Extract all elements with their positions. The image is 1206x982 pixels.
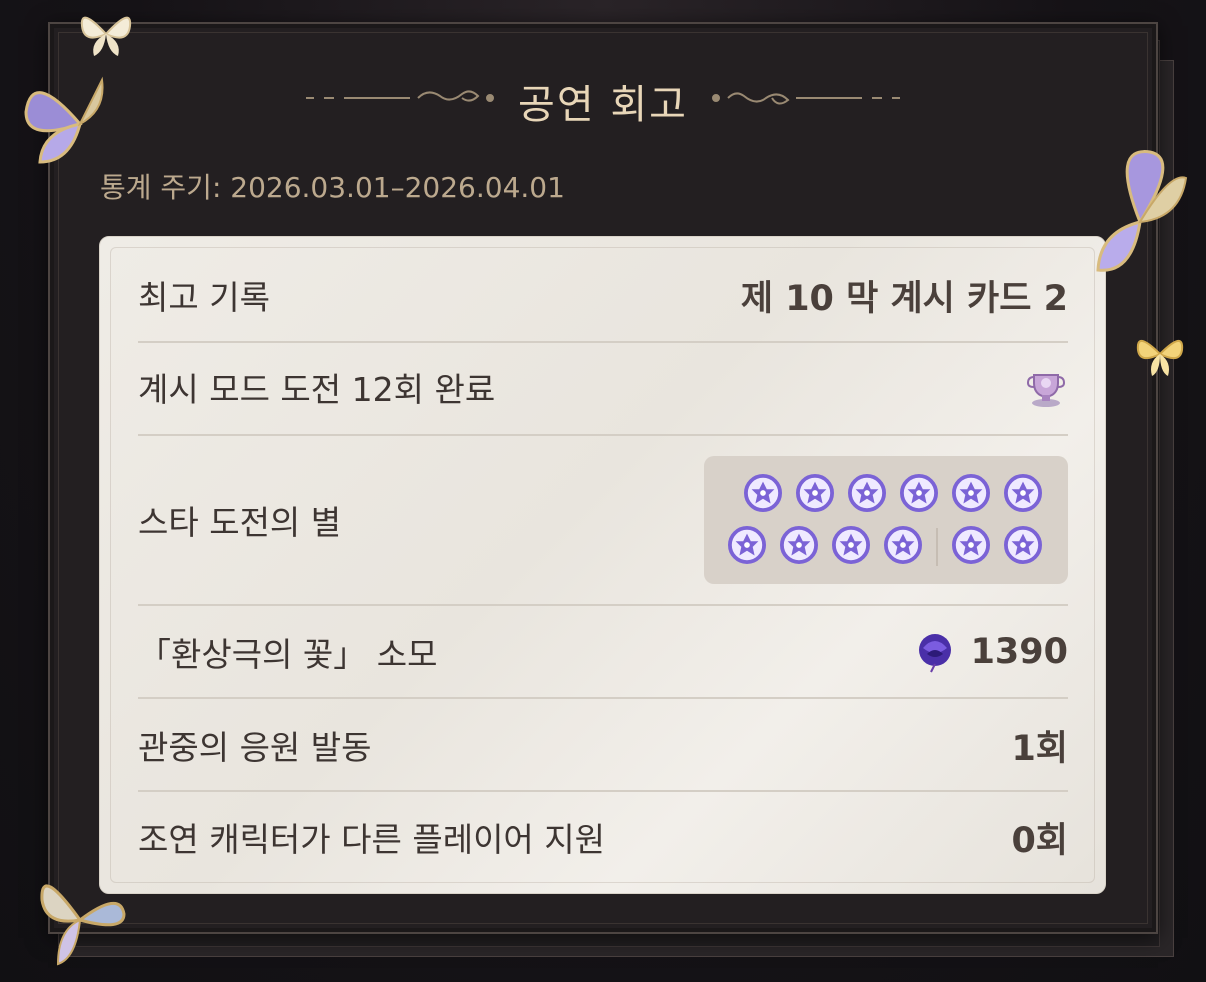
flower-count: 1390 — [970, 632, 1068, 672]
star-badge-icon — [1004, 474, 1042, 512]
divider — [138, 341, 1068, 343]
star-badge-icon — [744, 474, 782, 512]
butterfly-icon — [80, 16, 132, 56]
divider — [138, 790, 1068, 792]
statistics-period: 통계 주기: 2026.03.01–2026.04.01 — [100, 171, 565, 204]
star-badge-icon — [1004, 526, 1042, 564]
challenge-row: 계시 모드 도전 12회 완료 — [138, 357, 1068, 417]
cheer-row: 관중의 응원 발동 1회 — [138, 715, 1068, 775]
butterfly-icon — [40, 884, 126, 966]
butterfly-icon — [24, 76, 104, 164]
star-badge-icon — [952, 526, 990, 564]
flower-label: 「환상극의 꽃」 소모 — [138, 635, 438, 674]
stars-row: 스타 도전의 별 — [138, 455, 1068, 585]
cheer-label: 관중의 응원 발동 — [138, 728, 372, 767]
challenge-label: 계시 모드 도전 12회 완료 — [138, 370, 496, 409]
best-record-label: 최고 기록 — [138, 278, 270, 317]
support-label: 조연 캐릭터가 다른 플레이어 지원 — [138, 820, 605, 859]
star-badge-icon — [728, 526, 766, 564]
title-bar: 공연 회고 — [300, 66, 906, 128]
support-value: 0회 — [1011, 820, 1068, 861]
best-record-value: 제 10 막 계시 카드 2 — [740, 278, 1068, 319]
best-record-row: 최고 기록 제 10 막 계시 카드 2 — [138, 265, 1068, 325]
flower-row: 「환상극의 꽃」 소모 1390 — [138, 622, 1068, 682]
star-badge-icon — [900, 474, 938, 512]
star-badge-icon — [952, 474, 990, 512]
flower-value-group: 1390 — [913, 630, 1068, 674]
star-badge-icon — [796, 474, 834, 512]
star-badge-icon — [884, 526, 922, 564]
star-badge-icon — [848, 474, 886, 512]
stars-label: 스타 도전의 별 — [138, 503, 342, 542]
divider — [138, 434, 1068, 436]
stats-card: 최고 기록 제 10 막 계시 카드 2 계시 모드 도전 12회 완료 스타 … — [99, 236, 1106, 894]
trophy-icon — [1026, 374, 1066, 407]
star-separator — [936, 528, 938, 566]
cheer-value: 1회 — [1011, 728, 1068, 769]
title-ornament-right — [712, 92, 900, 105]
divider — [138, 697, 1068, 699]
star-badge-icon — [832, 526, 870, 564]
purple-rose-icon — [918, 634, 951, 673]
support-row: 조연 캐릭터가 다른 플레이어 지원 0회 — [138, 807, 1068, 867]
butterfly-icon — [1096, 150, 1188, 272]
divider — [138, 604, 1068, 606]
star-badge-icon — [780, 526, 818, 564]
butterfly-icon — [1136, 340, 1184, 376]
star-tracker — [704, 456, 1068, 584]
